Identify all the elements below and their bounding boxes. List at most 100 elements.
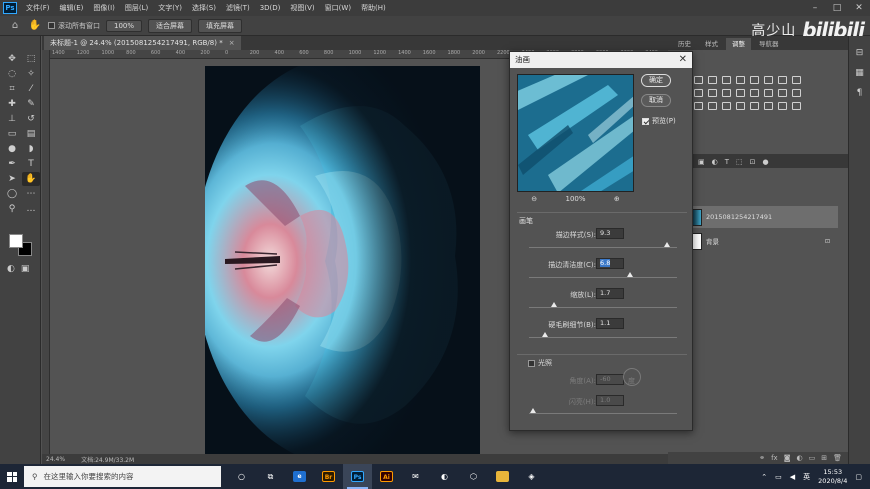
foreground-color-swatch[interactable] bbox=[9, 234, 23, 248]
blur-tool-icon[interactable]: ● bbox=[3, 142, 21, 156]
app-icon[interactable]: ⬡ bbox=[459, 464, 488, 489]
mask-icon[interactable]: ◙ bbox=[784, 454, 791, 462]
move-tool-icon[interactable]: ✥ bbox=[3, 52, 21, 66]
menu-filter[interactable]: 滤镜(T) bbox=[221, 3, 255, 13]
tab-history[interactable]: 历史 bbox=[672, 38, 697, 50]
pen-tool-icon[interactable]: ✒ bbox=[3, 157, 21, 171]
adjustment-icon[interactable] bbox=[708, 76, 717, 84]
mail-icon[interactable]: ✉ bbox=[401, 464, 430, 489]
brush-tool-icon[interactable]: ✎ bbox=[22, 97, 40, 111]
bristle-detail-input[interactable]: 1.1 bbox=[596, 318, 624, 329]
stroke-cleanliness-input[interactable]: 6.8 bbox=[596, 258, 624, 269]
slider-handle[interactable] bbox=[542, 332, 549, 337]
cortana-icon[interactable]: ○ bbox=[227, 464, 256, 489]
zoom-in-icon[interactable]: ⊕ bbox=[614, 195, 620, 203]
zoom-tool-icon[interactable]: ⚲ bbox=[3, 202, 21, 216]
chrome-icon[interactable]: ◐ bbox=[430, 464, 459, 489]
filter-smart-icon[interactable]: ⊡ bbox=[750, 158, 756, 166]
menu-layer[interactable]: 图层(L) bbox=[120, 3, 153, 13]
photoshop-taskbar-icon[interactable]: Ps bbox=[343, 464, 372, 489]
adjustment-icon[interactable] bbox=[778, 89, 787, 97]
filter-shape-icon[interactable]: ⬚ bbox=[736, 158, 743, 166]
adjustment-icon[interactable] bbox=[736, 76, 745, 84]
start-button[interactable] bbox=[0, 464, 24, 489]
adjustment-icon[interactable] bbox=[708, 89, 717, 97]
lighting-checkbox[interactable]: 光照 bbox=[528, 358, 552, 368]
menu-select[interactable]: 选择(S) bbox=[187, 3, 221, 13]
menu-window[interactable]: 窗口(W) bbox=[320, 3, 356, 13]
ellipse-tool-icon[interactable]: ◯ bbox=[3, 187, 21, 201]
checkbox-box[interactable] bbox=[48, 22, 55, 29]
fit-screen-button[interactable]: 适合屏幕 bbox=[148, 18, 193, 33]
layer-row[interactable]: 2015081254217491 bbox=[688, 206, 838, 228]
angle-input[interactable]: -60 bbox=[596, 374, 624, 385]
tab-adjustments[interactable]: 调整 bbox=[726, 38, 751, 50]
slider-handle[interactable] bbox=[530, 408, 536, 413]
adjustment-icon[interactable] bbox=[792, 102, 801, 110]
taskbar-search[interactable]: ⚲ 在这里输入你要搜索的内容 bbox=[24, 466, 221, 487]
cancel-button[interactable]: 取消 bbox=[641, 94, 671, 107]
bilibili-app-icon[interactable]: ◈ bbox=[517, 464, 546, 489]
fx-icon[interactable]: fx bbox=[771, 454, 778, 462]
fill-screen-button[interactable]: 填充屏幕 bbox=[198, 18, 243, 33]
adjustment-icon[interactable] bbox=[750, 76, 759, 84]
menu-help[interactable]: 帮助(H) bbox=[356, 3, 391, 13]
preview-checkbox[interactable]: 预览(P) bbox=[642, 116, 676, 126]
adjustment-icon[interactable] bbox=[736, 89, 745, 97]
adjustment-icon[interactable] bbox=[792, 76, 801, 84]
folder-icon[interactable] bbox=[488, 464, 517, 489]
menu-type[interactable]: 文字(Y) bbox=[153, 3, 187, 13]
adjustment-icon[interactable] bbox=[764, 76, 773, 84]
group-icon[interactable]: ▭ bbox=[809, 454, 816, 462]
ime-indicator[interactable]: 英 bbox=[803, 472, 810, 482]
hand-tool-icon[interactable]: ✋ bbox=[28, 20, 42, 31]
minimize-button[interactable]: – bbox=[804, 0, 826, 16]
adjustment-icon[interactable] bbox=[722, 102, 731, 110]
adjustment-icon[interactable] bbox=[708, 102, 717, 110]
adjustment-icon[interactable] bbox=[764, 102, 773, 110]
filter-preview[interactable] bbox=[517, 74, 634, 192]
adjustment-icon[interactable] bbox=[792, 89, 801, 97]
gradient-tool-icon[interactable]: ▤ bbox=[22, 127, 40, 141]
more-tools-icon[interactable]: ⋯ bbox=[22, 187, 40, 201]
close-window-button[interactable]: ✕ bbox=[848, 0, 870, 16]
filter-toggle-icon[interactable]: ● bbox=[763, 158, 769, 166]
document-tab[interactable]: 未标题-1 @ 24.4% (20150812542174​91, RGB/8)… bbox=[44, 36, 241, 50]
adjustment-icon[interactable] bbox=[778, 102, 787, 110]
slider-handle[interactable] bbox=[663, 242, 670, 247]
type-tool-icon[interactable]: T bbox=[22, 157, 40, 171]
zoom-100-button[interactable]: 100% bbox=[106, 19, 143, 32]
stroke-style-input[interactable]: 9.3 bbox=[596, 228, 624, 239]
slider-track[interactable] bbox=[529, 337, 677, 338]
healing-brush-icon[interactable]: ✚ bbox=[3, 97, 21, 111]
slider-track[interactable] bbox=[529, 247, 677, 248]
close-tab-icon[interactable]: × bbox=[229, 39, 235, 47]
adjustment-icon[interactable] bbox=[750, 102, 759, 110]
illustrator-icon[interactable]: Ai bbox=[372, 464, 401, 489]
clone-stamp-icon[interactable]: ⊥ bbox=[3, 112, 21, 126]
new-layer-icon[interactable]: ⊞ bbox=[821, 454, 827, 462]
status-zoom[interactable]: 24.4% bbox=[46, 456, 65, 463]
adjustment-layer-icon[interactable]: ◐ bbox=[797, 454, 803, 462]
angle-dial[interactable] bbox=[623, 368, 641, 386]
volume-icon[interactable]: ◀ bbox=[790, 473, 795, 481]
clock[interactable]: 15:53 2020/8/4 bbox=[818, 468, 847, 486]
slider-handle[interactable] bbox=[626, 272, 633, 277]
menu-edit[interactable]: 编辑(E) bbox=[55, 3, 89, 13]
home-icon[interactable]: ⌂ bbox=[8, 20, 22, 31]
menu-file[interactable]: 文件(F) bbox=[21, 3, 55, 13]
quick-mask-icon[interactable]: ◐ bbox=[7, 264, 15, 274]
lock-icon[interactable]: ⊡ bbox=[825, 238, 830, 245]
task-view-icon[interactable]: ⧉ bbox=[256, 464, 285, 489]
edge-icon[interactable]: e bbox=[285, 464, 314, 489]
adjustment-icon[interactable] bbox=[722, 89, 731, 97]
adjustment-icon[interactable] bbox=[694, 89, 703, 97]
slider-track[interactable] bbox=[529, 413, 677, 414]
filter-pixel-icon[interactable]: ▣ bbox=[698, 158, 705, 166]
history-brush-icon[interactable]: ↺ bbox=[22, 112, 40, 126]
path-select-icon[interactable]: ➤ bbox=[3, 172, 21, 186]
scroll-all-windows-checkbox[interactable]: 滚动所有窗口 bbox=[48, 21, 100, 31]
document-canvas[interactable] bbox=[205, 66, 480, 454]
maximize-button[interactable]: □ bbox=[826, 0, 848, 16]
slider-track[interactable] bbox=[529, 277, 677, 278]
